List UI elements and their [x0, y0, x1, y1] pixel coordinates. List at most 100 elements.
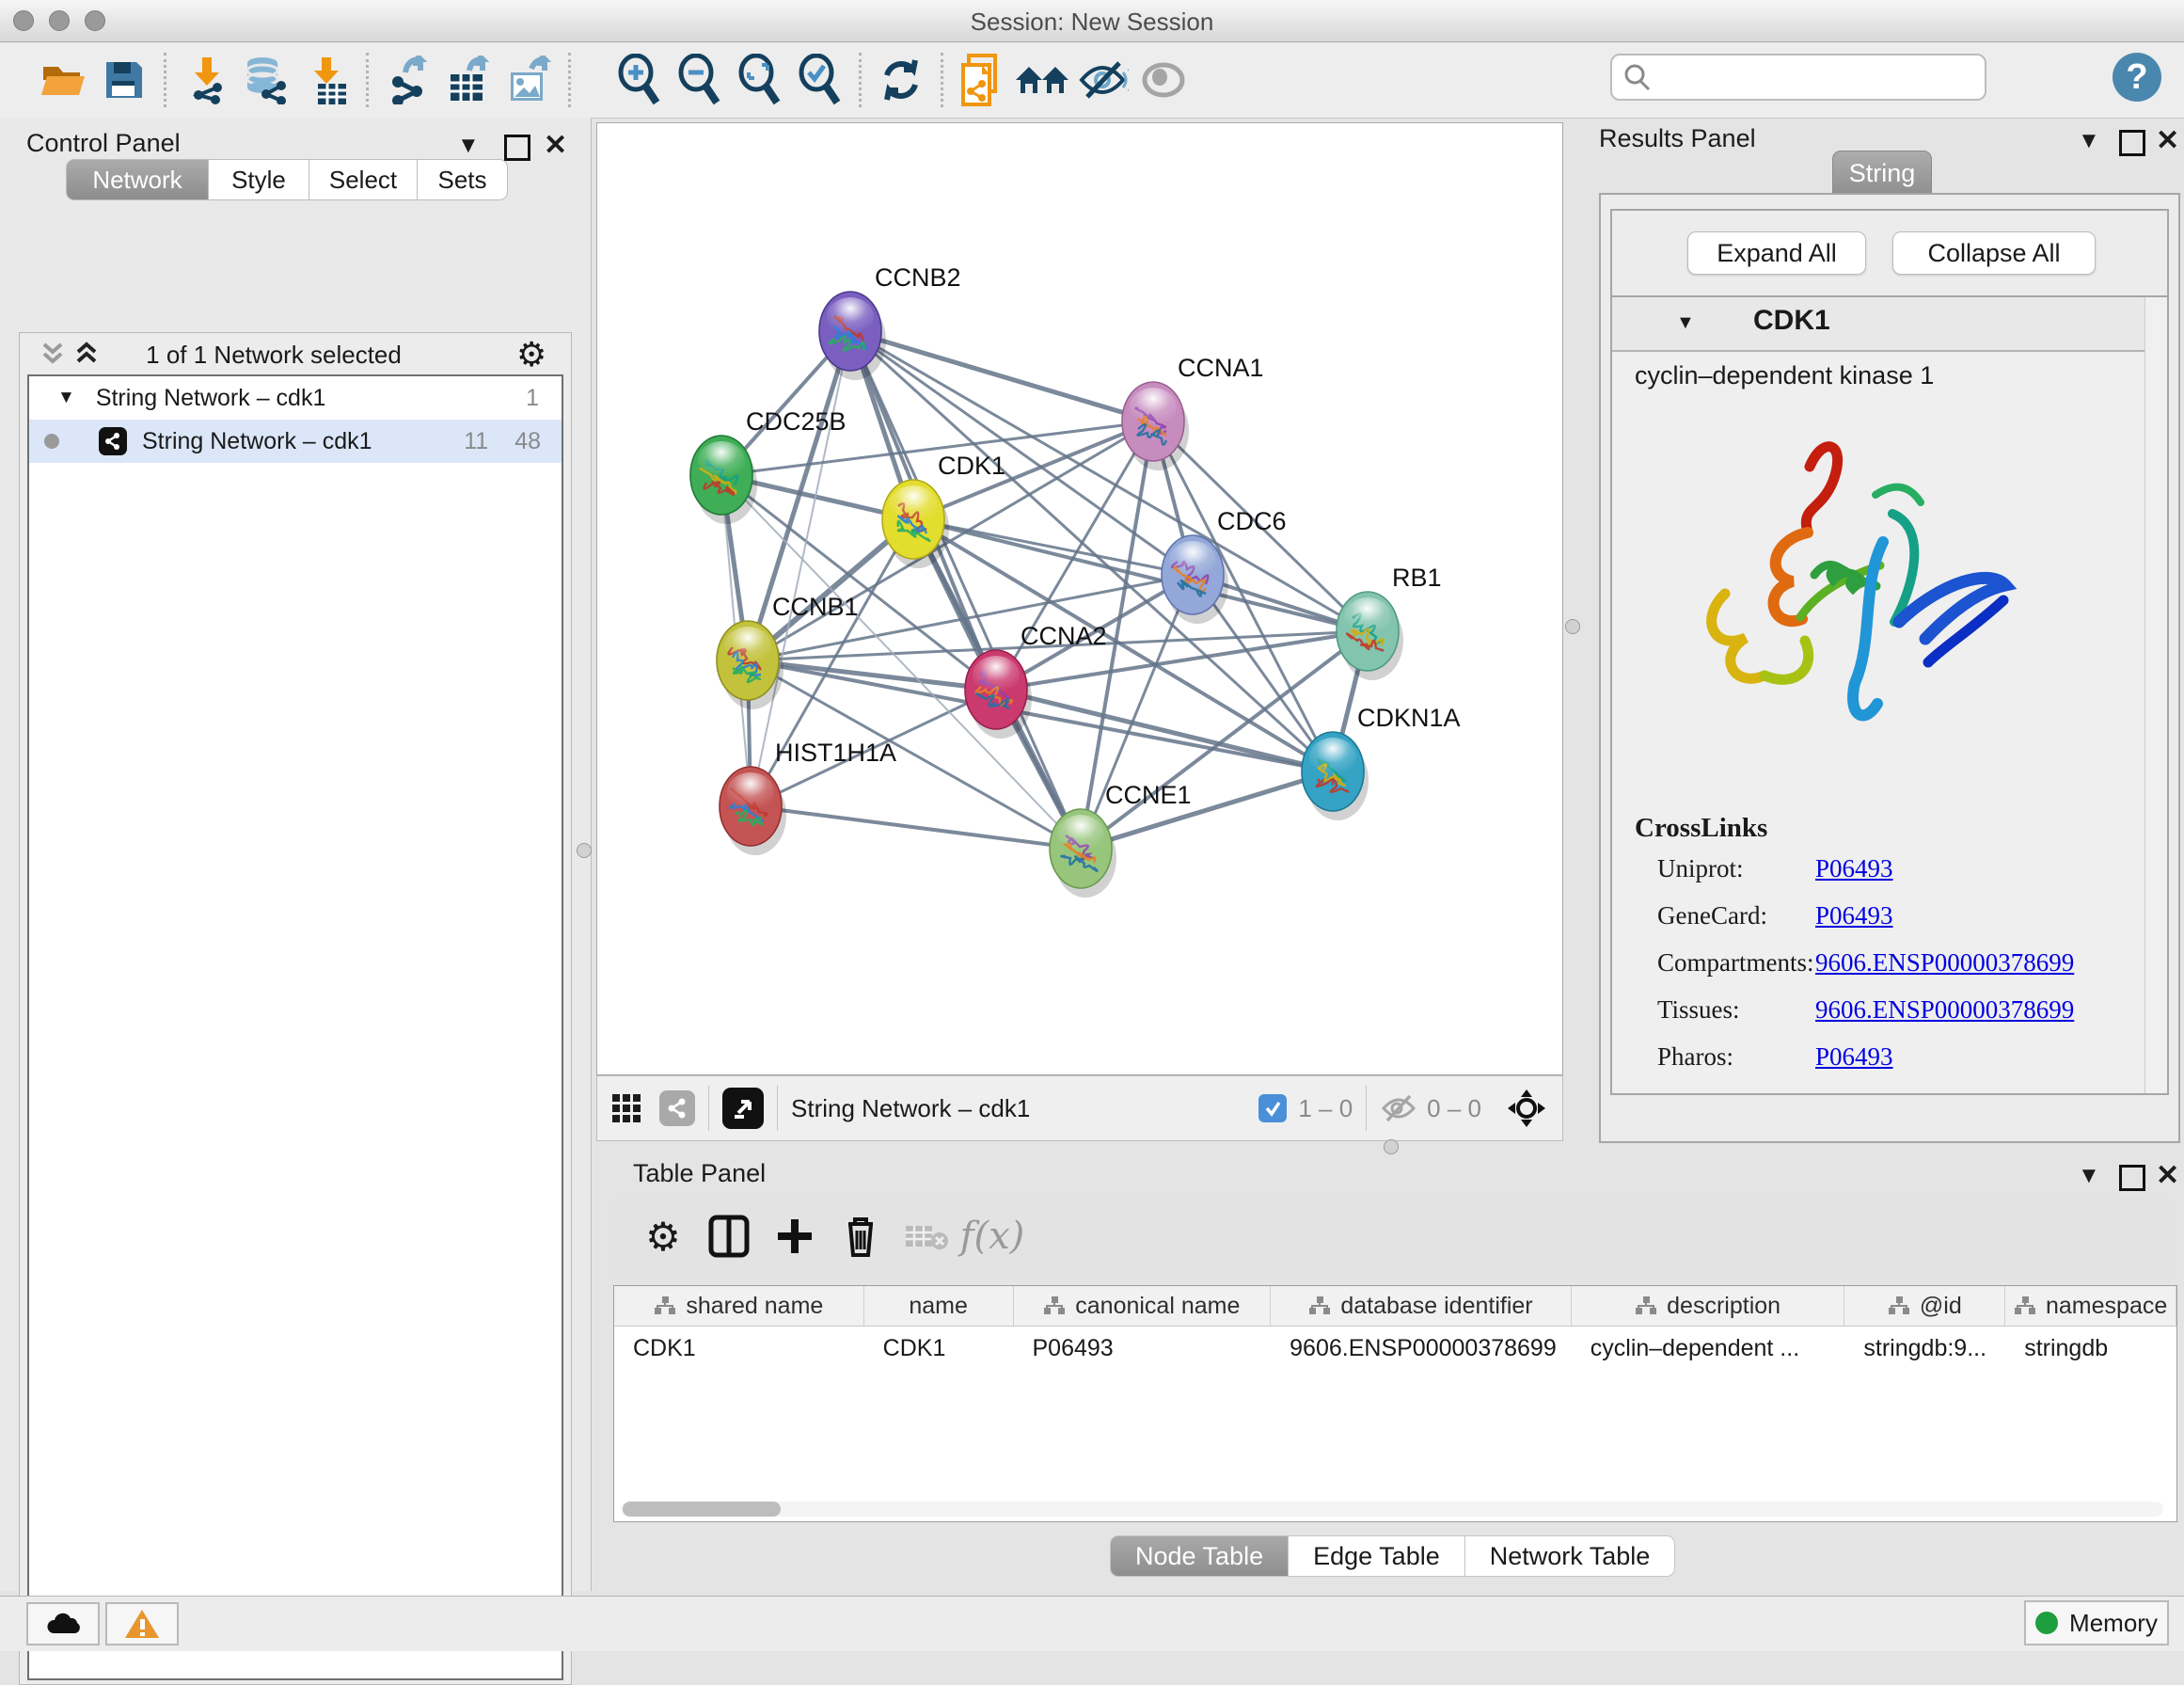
network-node-ccna2[interactable] — [965, 650, 1032, 739]
tab-string[interactable]: String — [1832, 151, 1932, 196]
import-table-button[interactable] — [296, 50, 356, 110]
network-canvas[interactable]: CCNB2CCNA1CDC25BCDK1CDC6RB1CCNB1CCNA2CDK… — [596, 122, 1563, 1075]
results-float-icon[interactable]: ▼ — [2078, 128, 2100, 154]
refresh-view-button[interactable] — [871, 50, 931, 110]
hide-unhide-button[interactable] — [1073, 50, 1133, 110]
network-edge[interactable] — [751, 331, 850, 806]
birds-eye-view-icon[interactable] — [722, 1088, 764, 1129]
network-node-ccnb1[interactable] — [717, 621, 783, 709]
results-maximize-icon[interactable] — [2119, 130, 2145, 161]
network-edge[interactable] — [751, 806, 1081, 849]
results-close-icon[interactable]: ✕ — [2156, 124, 2179, 157]
zoom-selected-button[interactable] — [789, 50, 849, 110]
collapse-triangle-icon[interactable]: ▼ — [57, 388, 75, 408]
crosslink-link[interactable]: P06493 — [1815, 854, 1893, 883]
table-float-icon[interactable]: ▼ — [2078, 1163, 2100, 1189]
table-cell[interactable]: cyclin–dependent ... — [1572, 1327, 1845, 1370]
collapse-all-icon[interactable] — [40, 341, 65, 367]
column-header-database-identifier[interactable]: database identifier — [1271, 1286, 1572, 1326]
delete-column-icon[interactable] — [828, 1206, 894, 1266]
zoom-fit-button[interactable] — [729, 50, 789, 110]
add-column-icon[interactable] — [762, 1206, 828, 1266]
zoom-out-button[interactable] — [669, 50, 729, 110]
maximize-panel-icon[interactable] — [504, 135, 530, 166]
show-columns-icon[interactable] — [696, 1206, 762, 1266]
network-edge[interactable] — [850, 331, 1368, 631]
expand-all-button[interactable]: Expand All — [1687, 231, 1866, 275]
column-tree-icon — [1308, 1296, 1331, 1316]
gear-icon[interactable]: ⚙ — [516, 335, 546, 374]
table-cell[interactable]: 9606.ENSP00000378699 — [1271, 1327, 1572, 1370]
tab-node-table[interactable]: Node Table — [1110, 1535, 1289, 1577]
export-network-button[interactable] — [378, 50, 438, 110]
import-network-from-database-button[interactable] — [236, 50, 296, 110]
collapse-all-button[interactable]: Collapse All — [1892, 231, 2096, 275]
column-header-name[interactable]: name — [864, 1286, 1014, 1326]
tab-network[interactable]: Network — [66, 159, 209, 200]
tab-edge-table[interactable]: Edge Table — [1289, 1535, 1465, 1577]
grid-view-icon[interactable] — [610, 1092, 642, 1124]
table-cell[interactable]: CDK1 — [614, 1327, 864, 1370]
column-header-label: @id — [1920, 1293, 1962, 1320]
clone-network-button[interactable] — [953, 50, 1013, 110]
column-header-description[interactable]: description — [1572, 1286, 1845, 1326]
crosslink-link[interactable]: P06493 — [1815, 1042, 1893, 1072]
expand-all-icon[interactable] — [74, 341, 99, 367]
node-label-ccna2: CCNA2 — [1021, 622, 1107, 650]
column-header-namespace[interactable]: namespace — [2005, 1286, 2176, 1326]
float-panel-icon[interactable]: ▼ — [457, 133, 480, 159]
crosslink-link[interactable]: 9606.ENSP00000378699 — [1815, 995, 2074, 1025]
tab-select[interactable]: Select — [309, 159, 418, 200]
network-share-icon[interactable] — [659, 1090, 695, 1126]
table-hscrollbar-thumb[interactable] — [623, 1502, 781, 1517]
fit-selected-crosshair-icon[interactable] — [1506, 1088, 1547, 1129]
network-node-rb1[interactable] — [1337, 592, 1403, 680]
import-network-button[interactable] — [176, 50, 236, 110]
table-cell[interactable]: stringdb — [2005, 1327, 2176, 1370]
table-cell[interactable]: P06493 — [1013, 1327, 1271, 1370]
column-header-canonical-name[interactable]: canonical name — [1014, 1286, 1272, 1326]
table-cell[interactable]: CDK1 — [864, 1327, 1014, 1370]
table-panel-title: Table Panel — [633, 1159, 766, 1188]
network-node-ccne1[interactable] — [1050, 809, 1116, 898]
hidden-eye-icon[interactable] — [1380, 1093, 1417, 1123]
open-session-button[interactable] — [34, 50, 94, 110]
results-scrollbar[interactable] — [2144, 297, 2164, 1093]
tab-network-table[interactable]: Network Table — [1465, 1535, 1676, 1577]
column-header-shared-name[interactable]: shared name — [614, 1286, 864, 1326]
protein-header[interactable]: ▼ CDK1 — [1612, 297, 2163, 352]
network-node-hist1h1a[interactable] — [720, 767, 786, 855]
help-button[interactable]: ? — [2113, 53, 2161, 102]
table-gear-icon[interactable]: ⚙ — [630, 1206, 696, 1266]
section-collapse-triangle-icon[interactable]: ▼ — [1676, 312, 1695, 334]
table-row[interactable]: CDK1CDK1P064939606.ENSP00000378699cyclin… — [614, 1327, 2176, 1370]
collection-row[interactable]: ▼ String Network – cdk1 1 — [29, 376, 562, 420]
warning-status-button[interactable] — [105, 1602, 179, 1645]
save-session-button[interactable] — [94, 50, 154, 110]
close-panel-icon[interactable]: ✕ — [544, 129, 567, 162]
crosslinks-list: Uniprot:P06493GeneCard:P06493Compartment… — [1657, 854, 2146, 1089]
network-edge[interactable] — [850, 331, 1153, 421]
table-close-icon[interactable]: ✕ — [2156, 1159, 2179, 1192]
tab-style[interactable]: Style — [209, 159, 309, 200]
crosslink-link[interactable]: P06493 — [1815, 901, 1893, 930]
export-table-button[interactable] — [438, 50, 499, 110]
zoom-in-button[interactable] — [609, 50, 669, 110]
network-row[interactable]: String Network – cdk1 11 48 — [29, 420, 562, 463]
selected-checkbox-icon[interactable] — [1258, 1094, 1287, 1122]
crosslink-link[interactable]: 9606.ENSP00000378699 — [1815, 948, 2074, 978]
cloud-status-button[interactable] — [26, 1602, 100, 1645]
table-cell[interactable]: stringdb:9... — [1844, 1327, 2005, 1370]
tab-sets[interactable]: Sets — [418, 159, 508, 200]
network-edge[interactable] — [850, 331, 1081, 849]
search-input[interactable] — [1652, 63, 1966, 91]
network-node-cdkn1a[interactable] — [1302, 732, 1369, 820]
show-all-networks-button[interactable] — [1013, 50, 1073, 110]
network-node-ccnb2[interactable] — [819, 292, 886, 380]
right-splitter-handle[interactable] — [1565, 619, 1580, 634]
column-header--id[interactable]: @id — [1844, 1286, 2005, 1326]
table-maximize-icon[interactable] — [2119, 1165, 2145, 1196]
export-image-button[interactable] — [499, 50, 559, 110]
memory-button[interactable]: Memory — [2024, 1600, 2169, 1645]
left-splitter-handle[interactable] — [577, 843, 592, 858]
